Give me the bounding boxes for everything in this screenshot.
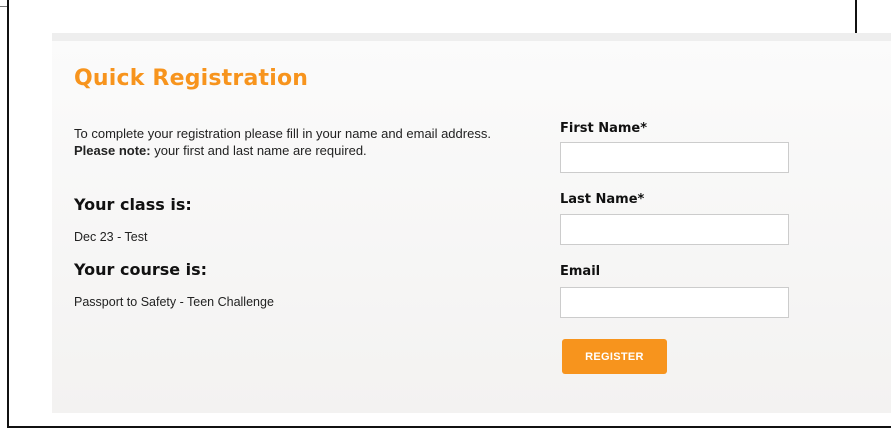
page-viewport: Quick Registration To complete your regi…: [0, 0, 891, 434]
class-value: Dec 23 - Test: [74, 230, 148, 244]
email-label: Email: [560, 264, 601, 279]
course-value: Passport to Safety - Teen Challenge: [74, 295, 274, 309]
first-name-input[interactable]: [560, 142, 789, 173]
frame-border-right: [855, 0, 857, 36]
last-name-label: Last Name*: [560, 192, 645, 207]
instructions-note-text: your first and last name are required.: [154, 143, 367, 158]
registration-instructions: To complete your registration please fil…: [74, 125, 514, 159]
first-name-label: First Name*: [560, 121, 648, 136]
frame-border-left: [7, 0, 9, 428]
instructions-note-label: Please note:: [74, 143, 151, 158]
email-input[interactable]: [560, 287, 789, 318]
page-title: Quick Registration: [74, 66, 309, 91]
register-button[interactable]: REGISTER: [562, 339, 667, 374]
last-name-input[interactable]: [560, 214, 789, 245]
instructions-text: To complete your registration please fil…: [74, 126, 491, 141]
class-heading: Your class is:: [74, 195, 192, 214]
course-heading: Your course is:: [74, 260, 208, 279]
quick-registration-panel: Quick Registration To complete your regi…: [52, 33, 891, 413]
frame-border-bottom: [7, 426, 891, 428]
